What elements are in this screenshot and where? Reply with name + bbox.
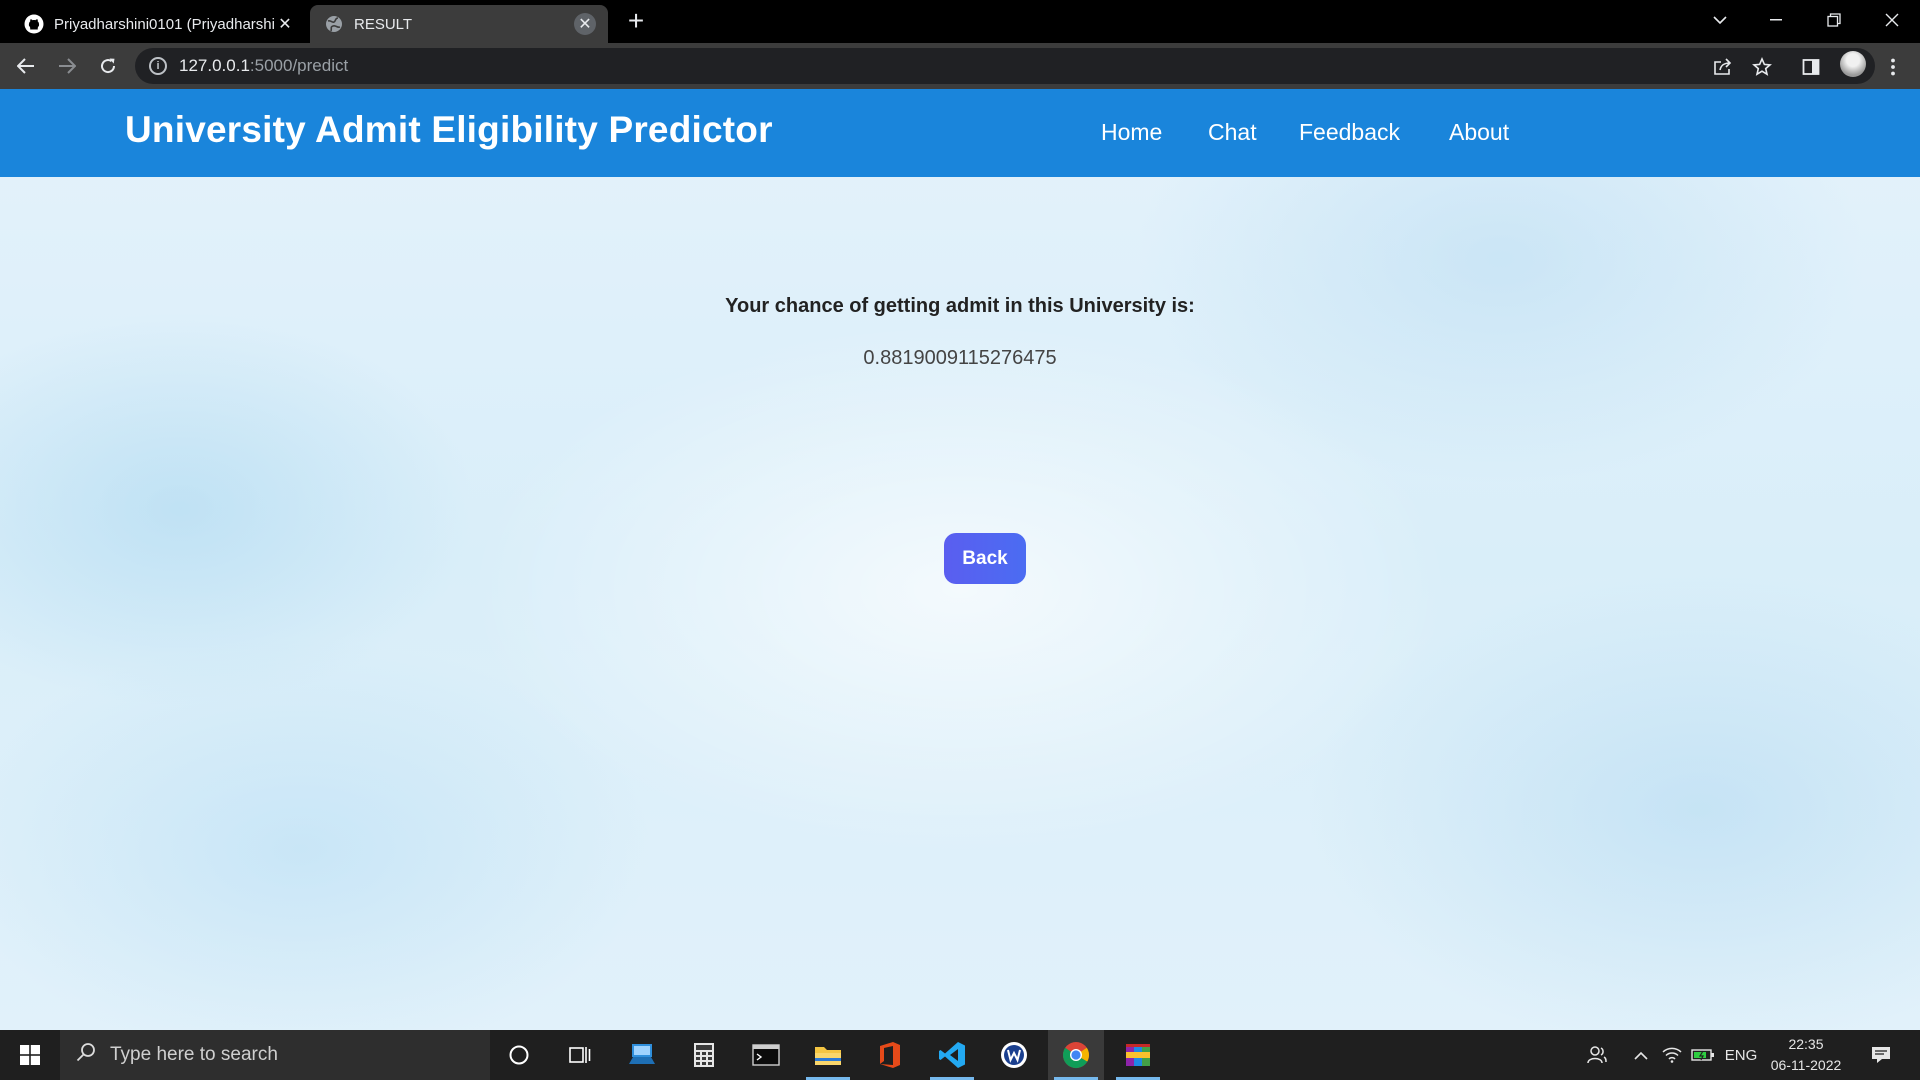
- result-value: 0.8819009115276475: [863, 347, 1057, 369]
- people-icon[interactable]: [1582, 1030, 1612, 1080]
- tab-result[interactable]: RESULT ✕: [310, 5, 608, 43]
- forward-arrow-icon[interactable]: [51, 50, 83, 82]
- file-explorer-icon[interactable]: [800, 1030, 856, 1080]
- tab-search-icon[interactable]: [1692, 0, 1748, 40]
- result-label: Your chance of getting admit in this Uni…: [725, 295, 1195, 317]
- minimize-button[interactable]: [1748, 0, 1804, 40]
- battery-icon[interactable]: [1688, 1030, 1718, 1080]
- close-icon[interactable]: ✕: [574, 13, 596, 35]
- winrar-icon[interactable]: [1110, 1030, 1166, 1080]
- side-panel-icon[interactable]: [1798, 54, 1824, 80]
- url-path: :5000/predict: [249, 56, 349, 75]
- back-button[interactable]: Back: [944, 533, 1026, 584]
- reload-icon[interactable]: [92, 50, 124, 82]
- wps-app-icon[interactable]: [986, 1030, 1042, 1080]
- taskbar-search-placeholder: Type here to search: [110, 1044, 278, 1065]
- windows-start-icon[interactable]: [0, 1030, 60, 1080]
- tab-title: Priyadharshini0101 (Priyadharshini: [54, 15, 274, 33]
- kebab-menu-icon[interactable]: [1880, 54, 1906, 80]
- taskbar-search-box[interactable]: Type here to search: [60, 1030, 490, 1080]
- cortana-icon[interactable]: [491, 1030, 547, 1080]
- profile-avatar[interactable]: [1840, 51, 1866, 77]
- back-arrow-icon[interactable]: [10, 50, 42, 82]
- chevron-up-icon[interactable]: [1628, 1030, 1654, 1080]
- tab-github[interactable]: Priyadharshini0101 (Priyadharshini ✕: [10, 5, 308, 43]
- browser-toolbar: i 127.0.0.1:5000/predict: [0, 43, 1920, 89]
- clock-date: 06-11-2022: [1770, 1057, 1842, 1073]
- chrome-icon[interactable]: [1048, 1030, 1104, 1080]
- clock-time: 22:35: [1788, 1036, 1824, 1052]
- terminal-icon[interactable]: [738, 1030, 794, 1080]
- desktop-app-icon[interactable]: [614, 1030, 670, 1080]
- tab-title: RESULT: [354, 15, 413, 33]
- office-icon[interactable]: [862, 1030, 918, 1080]
- info-icon[interactable]: i: [149, 57, 167, 75]
- notification-icon[interactable]: [1862, 1030, 1900, 1080]
- url-host: 127.0.0.1: [179, 56, 250, 75]
- bookmark-star-icon[interactable]: [1749, 54, 1775, 80]
- close-window-button[interactable]: [1864, 0, 1920, 40]
- github-icon: [24, 14, 44, 34]
- nav-feedback[interactable]: Feedback: [1299, 119, 1400, 146]
- share-icon[interactable]: [1710, 54, 1736, 80]
- taskbar-clock[interactable]: 22:35 06-11-2022: [1764, 1034, 1848, 1076]
- task-view-icon[interactable]: [552, 1030, 608, 1080]
- site-navbar: University Admit Eligibility Predictor H…: [0, 89, 1920, 177]
- nav-chat[interactable]: Chat: [1208, 119, 1257, 146]
- new-tab-button[interactable]: +: [622, 7, 650, 36]
- search-icon: [76, 1042, 96, 1068]
- calculator-icon[interactable]: [676, 1030, 732, 1080]
- globe-icon: [324, 14, 344, 34]
- page-content: University Admit Eligibility Predictor H…: [0, 89, 1920, 1030]
- language-indicator[interactable]: ENG: [1720, 1030, 1762, 1080]
- address-bar[interactable]: i 127.0.0.1:5000/predict: [135, 48, 1875, 84]
- windows-taskbar: Type here to search ENG 22:35 06-11-2022: [0, 1030, 1920, 1080]
- nav-home[interactable]: Home: [1101, 119, 1162, 146]
- restore-button[interactable]: [1806, 0, 1862, 40]
- vscode-icon[interactable]: [924, 1030, 980, 1080]
- browser-tab-strip: Priyadharshini0101 (Priyadharshini ✕ RES…: [0, 0, 1920, 43]
- site-brand[interactable]: University Admit Eligibility Predictor: [125, 109, 773, 151]
- nav-about[interactable]: About: [1449, 119, 1509, 146]
- close-icon[interactable]: ✕: [274, 13, 296, 35]
- wifi-icon[interactable]: [1658, 1030, 1686, 1080]
